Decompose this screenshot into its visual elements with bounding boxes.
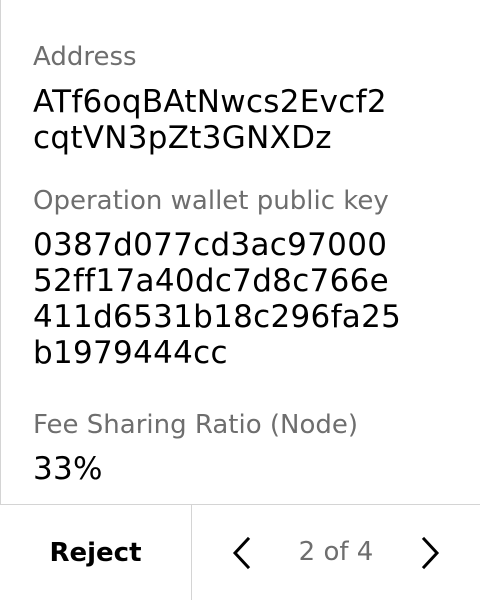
operation-key-label: Operation wallet public key — [33, 186, 389, 216]
operation-key-line: 0387d077cd3ac97000 — [33, 227, 388, 263]
reject-button[interactable]: Reject — [0, 505, 192, 600]
chevron-left-icon[interactable] — [222, 533, 262, 573]
address-label: Address — [33, 42, 137, 72]
operation-key-line: b1979444cc — [33, 335, 228, 371]
fee-ratio-label: Fee Sharing Ratio (Node) — [33, 410, 359, 440]
operation-key-line: 411d6531b18c296fa25 — [33, 299, 402, 335]
operation-key-value: 0387d077cd3ac97000 52ff17a40dc7d8c766e 4… — [33, 227, 401, 371]
left-border — [0, 0, 1, 504]
page-indicator: 2 of 4 — [298, 537, 374, 567]
footer-nav: Reject 2 of 4 — [0, 504, 480, 600]
operation-key-line: 52ff17a40dc7d8c766e — [33, 263, 389, 299]
address-line: ATf6oqBAtNwcs2Evcf2 — [33, 84, 387, 120]
pager: 2 of 4 — [192, 505, 480, 600]
address-value: ATf6oqBAtNwcs2Evcf2 cqtVN3pZt3GNXDz — [33, 84, 387, 156]
address-line: cqtVN3pZt3GNXDz — [33, 120, 332, 156]
fee-ratio-value: 33% — [33, 451, 103, 487]
chevron-right-icon[interactable] — [410, 533, 450, 573]
